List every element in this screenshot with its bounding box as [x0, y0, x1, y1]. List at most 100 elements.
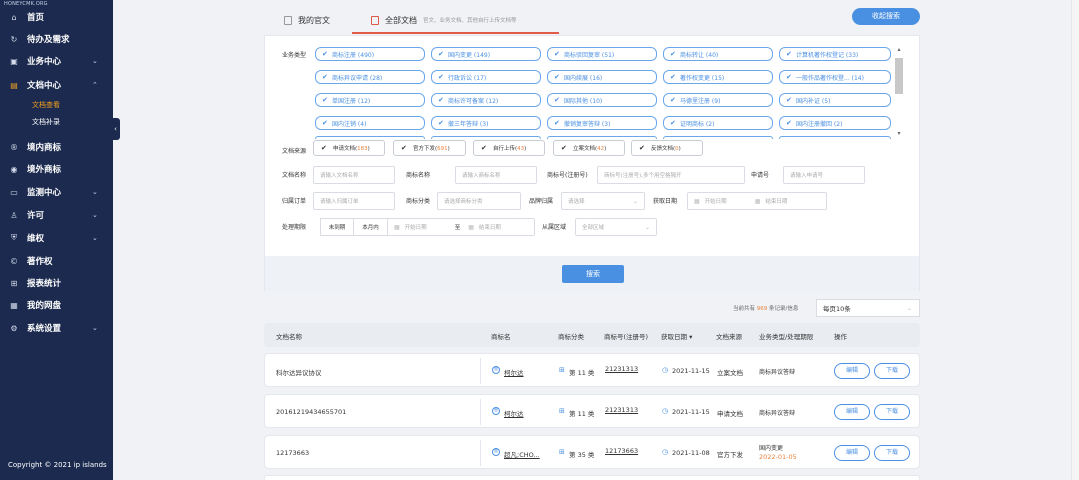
brand-select[interactable]: 请选择 ⌄: [561, 192, 645, 210]
sidebar-item-netdisk[interactable]: ▦ 我的网盘: [0, 294, 113, 316]
sidebar-item-label: 首页: [27, 13, 45, 23]
chip-label: 著作权变更 (15): [680, 74, 725, 82]
business-type-chip[interactable]: ✔ 商标异议申请 (28): [315, 70, 425, 84]
chip-label: 商标注册 (490): [332, 51, 375, 59]
chip-label: 商标异议申请 (28): [332, 74, 383, 82]
col-get-date-sort[interactable]: 获取日期 ▾: [661, 331, 692, 341]
business-type-chip[interactable]: ✔ 国内变更 (149): [431, 47, 541, 61]
scroll-down-icon[interactable]: ▾: [895, 130, 903, 137]
sidebar-subitem-doc-view[interactable]: 文档查看: [32, 100, 60, 110]
business-type-chip[interactable]: ✔ 国内注销 (4): [315, 116, 425, 130]
app-no-input[interactable]: 请输入申请号: [783, 166, 865, 184]
sidebar-item-label: 监测中心: [27, 188, 62, 198]
download-button[interactable]: 下载: [874, 363, 910, 379]
sidebar-item-business[interactable]: ▣ 业务中心 ⌄: [0, 50, 113, 72]
search-button[interactable]: 搜索: [562, 265, 624, 283]
source-self-upload[interactable]: ✔ 自行上传(43): [473, 140, 545, 156]
business-type-chip[interactable]: ✔ 计算机著作权登记 (33): [779, 47, 891, 61]
sidebar-subitem-doc-supplement[interactable]: 文档补录: [32, 117, 60, 127]
business-type-chip[interactable]: ✔ 一般作品著作权登... (14): [779, 70, 891, 84]
tab-all-docs[interactable]: 全部文档 官文、业务文档、其他自行上传文档等: [371, 8, 517, 32]
business-type-chip[interactable]: ✔ 商标驳回复审 (51): [547, 47, 657, 61]
download-button[interactable]: 下载: [874, 404, 910, 420]
sidebar-item-copyright[interactable]: © 著作权: [0, 250, 113, 272]
deadline-date-range[interactable]: ▦ 开始日期 至 ▦ 结束日期: [387, 218, 535, 236]
class-select[interactable]: 请选择商标分类: [437, 192, 521, 210]
source-name: 官方下发(: [413, 146, 438, 152]
table-row: 20161219434655701 ® 柯尔达 ⊞ 第 11 类 2123131…: [264, 394, 920, 428]
check-icon: ✔: [554, 119, 560, 127]
chip-label: 撤销复审答辩 (3): [564, 120, 611, 128]
business-type-chip-partial[interactable]: [315, 136, 425, 139]
deadline-this-month[interactable]: 本月内: [353, 218, 388, 236]
sidebar-item-documents[interactable]: ▤ 文档中心 ⌃: [0, 74, 113, 96]
sidebar-item-todo[interactable]: ↻ 待办及需求: [0, 28, 113, 50]
business-type-chip[interactable]: ✔ 商标注册 (490): [315, 47, 425, 61]
collapse-search-button[interactable]: 收起搜索: [852, 8, 920, 25]
page-size-select[interactable]: 每页10条 ⌄: [816, 299, 920, 317]
edit-button[interactable]: 编辑: [834, 363, 870, 379]
business-type-chip[interactable]: ✔ 撤三年答辩 (3): [431, 116, 541, 130]
scrollbar-thumb[interactable]: [895, 58, 903, 94]
check-icon: ✔: [670, 119, 676, 127]
doc-name-input[interactable]: 请输入文档名称: [313, 166, 395, 184]
region-select[interactable]: 全部区域 ⌄: [575, 218, 657, 236]
reg-no-link[interactable]: 21231313: [605, 365, 638, 373]
business-type-chip-partial[interactable]: [431, 136, 541, 139]
source-application[interactable]: ✔ 申请文档(183): [313, 140, 385, 156]
business-type-chip-partial[interactable]: [663, 136, 773, 139]
sidebar-collapse-button[interactable]: ‹: [111, 118, 120, 140]
download-button[interactable]: 下载: [874, 445, 910, 461]
business-type-chip[interactable]: ✔ 国际其他 (10): [547, 93, 657, 107]
tm-name-link[interactable]: 柯尔达: [504, 367, 524, 377]
business-type-chip[interactable]: ✔ 撤销复审答辩 (3): [547, 116, 657, 130]
business-type-chip[interactable]: ✔ 行政诉讼 (17): [431, 70, 541, 84]
trademark-icon: ®: [492, 366, 500, 374]
business-type-chip-partial[interactable]: [547, 136, 657, 139]
business-type-chip[interactable]: ✔ 商标许可备案 (12): [431, 93, 541, 107]
business-type-chip[interactable]: ✔ 国内注册撤回 (2): [779, 116, 891, 130]
edit-button[interactable]: 编辑: [834, 404, 870, 420]
calendar-icon: ▦: [694, 197, 700, 205]
doc-name-cell: 20161219434655701: [276, 408, 347, 416]
business-type-chip[interactable]: ✔ 国内补证 (5): [779, 93, 891, 107]
get-date-range[interactable]: ▦ 开始日期 ▦ 结束日期: [687, 192, 827, 210]
search-panel: 业务类型 ✔ 商标注册 (490) ✔ 国内变更 (149) ✔ 商标驳回复审 (51) ✔…: [264, 35, 920, 291]
sidebar-item-domestic-tm[interactable]: ® 境内商标: [0, 136, 113, 158]
tm-name-link[interactable]: 柯尔达: [504, 408, 524, 418]
end-date-placeholder: 结束日期: [765, 199, 788, 205]
source-filing[interactable]: ✔ 立案文档(42): [553, 140, 625, 156]
sidebar-item-foreign-tm[interactable]: ◉ 境外商标: [0, 158, 113, 180]
scroll-up-icon[interactable]: ▴: [895, 46, 903, 53]
reg-no-link[interactable]: 12173663: [605, 447, 638, 455]
sidebar-item-license[interactable]: ♙ 许可 ⌄: [0, 204, 113, 226]
business-type-chip[interactable]: ✔ 马德里注册 (9): [663, 93, 773, 107]
business-type-chip[interactable]: ✔ 著作权变更 (15): [663, 70, 773, 84]
page-scrollbar[interactable]: [1071, 0, 1079, 480]
business-type-chip[interactable]: ✔ 商标转让 (40): [663, 47, 773, 61]
edit-button[interactable]: 编辑: [834, 445, 870, 461]
sidebar-item-reports[interactable]: ⊞ 报表统计: [0, 272, 113, 294]
tm-name-input[interactable]: 请输入商标名称: [455, 166, 537, 184]
business-type-chip[interactable]: ✔ 单国注册 (12): [315, 93, 425, 107]
order-label: 归属订单: [282, 198, 307, 205]
business-type-chip[interactable]: ✔ 国内续展 (16): [547, 70, 657, 84]
chips-scrollbar[interactable]: ▴ ▾: [895, 46, 903, 138]
sidebar-item-settings[interactable]: ⚙ 系统设置 ⌄: [0, 317, 113, 339]
source-feedback[interactable]: ✔ 反馈文档(0): [631, 140, 703, 156]
source-official[interactable]: ✔ 官方下发(691): [393, 140, 466, 156]
tm-name-link[interactable]: 超凡;CHO...: [504, 449, 540, 459]
divider: [480, 358, 481, 384]
deadline-not-due[interactable]: 未到期: [320, 218, 354, 236]
sidebar-item-monitor[interactable]: ▭ 监测中心 ⌄: [0, 181, 113, 203]
business-type-chip[interactable]: ✔ 证明商标 (2): [663, 116, 773, 130]
start-date-placeholder: 开始日期: [404, 225, 427, 231]
business-type-chip-partial[interactable]: [779, 136, 891, 139]
chip-label: 撤三年答辩 (3): [448, 120, 489, 128]
reg-no-link[interactable]: 21231313: [605, 406, 638, 414]
order-input[interactable]: 请输入归属订单: [313, 192, 395, 210]
reg-no-input[interactable]: 商标号(注册号),多个用空格隔开: [597, 166, 745, 184]
sidebar-item-rights[interactable]: ⛨ 维权 ⌄: [0, 227, 113, 249]
tab-my-official-docs[interactable]: 我的官文: [284, 8, 330, 32]
sidebar-item-home[interactable]: ⌂ 首页: [0, 6, 113, 28]
